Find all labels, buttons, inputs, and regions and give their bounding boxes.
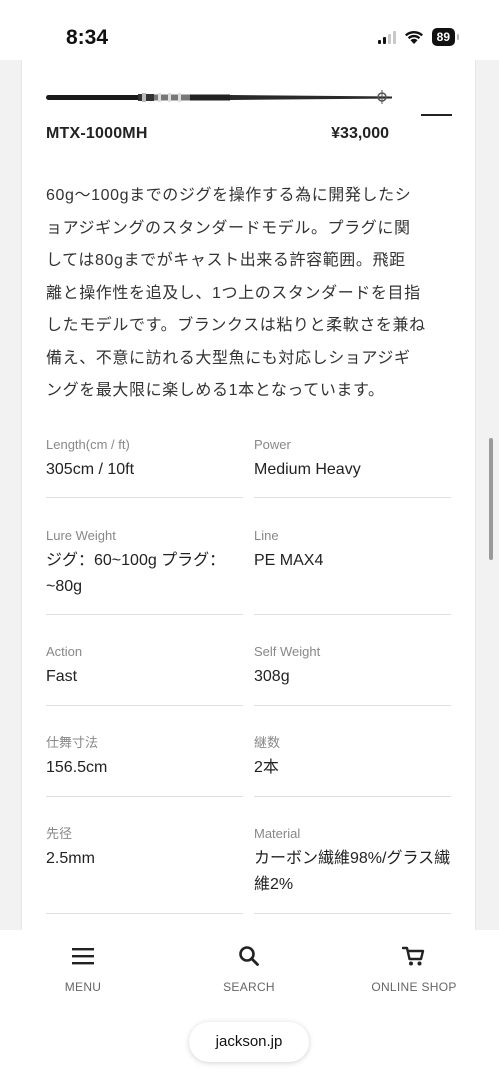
spec-value: 305cm / 10ft <box>46 461 135 478</box>
description-line: 60g〜100gまでのジグを操作する為に開発したシ <box>46 187 412 204</box>
spec-label: 先径 <box>46 826 73 841</box>
spec-label: Self Weight <box>254 644 321 659</box>
spec-label: Material <box>254 826 301 841</box>
description-line: 離と操作性を追及し、1つ上のスタンダードを目指 <box>46 284 421 302</box>
nav-menu-label: MENU <box>64 980 102 994</box>
wifi-icon <box>404 30 423 44</box>
description-line: したモデルです。ブランクスは粘りと柔軟さを兼ね <box>46 317 426 334</box>
nav-menu-button[interactable]: MENU <box>18 942 148 994</box>
cart-icon <box>402 946 425 966</box>
spec-label: 継数 <box>254 735 281 750</box>
product-description: 60g〜100gまでのジグを操作する為に開発したシ ョアジギングのスタンダードモ… <box>46 180 454 408</box>
spec-value: 2本 <box>254 759 279 776</box>
search-icon <box>239 946 259 966</box>
product-price: ¥33,000 <box>331 125 389 142</box>
cellular-signal-icon <box>377 30 396 44</box>
spec-value: 2.5mm <box>46 850 95 867</box>
spec-line: Line PE MAX4 <box>254 526 451 615</box>
nav-search-button[interactable]: SEARCH <box>184 942 314 994</box>
address-bar[interactable]: jackson.jp <box>189 1022 309 1062</box>
nav-shop-button[interactable]: ONLINE SHOP <box>349 942 479 994</box>
rod-image <box>46 90 392 104</box>
nav-shop-label: ONLINE SHOP <box>371 980 457 994</box>
hamburger-icon <box>72 948 94 965</box>
scrollbar[interactable] <box>489 438 493 560</box>
spec-pieces: 継数 2本 <box>254 733 451 797</box>
spec-lure-weight: Lure Weight ジグ：60~100g プラグ：~80g <box>46 526 243 615</box>
description-line: ョアジギングのスタンダードモデル。プラグに関 <box>46 219 411 237</box>
spec-label: Power <box>254 437 291 452</box>
spec-label: Action <box>46 644 83 659</box>
spec-power: Power Medium Heavy <box>254 435 451 498</box>
spec-closed-length: 仕舞寸法 156.5cm <box>46 733 243 797</box>
spec-value: Medium Heavy <box>254 461 361 478</box>
spec-self-weight: Self Weight 308g <box>254 642 451 706</box>
description-line: しては80gまでがキャスト出来る許容範囲。飛距 <box>46 252 406 269</box>
description-line: 備え、不意に訪れる大型魚にも対応しショアジギ <box>46 349 411 367</box>
spec-length: Length(cm / ft) 305cm / 10ft <box>46 435 243 498</box>
spec-label: Lure Weight <box>46 528 116 543</box>
spec-value: PE MAX4 <box>254 552 324 569</box>
product-model: MTX-1000MH <box>46 125 148 142</box>
spec-value: 308g <box>254 668 290 685</box>
spec-label: 仕舞寸法 <box>46 735 99 750</box>
status-time: 8:34 <box>66 26 109 49</box>
battery-indicator: 89 <box>431 28 460 46</box>
status-bar: 8:34 89 <box>0 0 499 60</box>
spec-label: Length(cm / ft) <box>46 437 130 452</box>
spec-value: カーボン繊維98%/グラス繊維2% <box>254 850 451 893</box>
spec-label: Line <box>254 528 279 543</box>
nav-search-label: SEARCH <box>223 980 275 994</box>
collapse-toggle[interactable] <box>421 114 452 116</box>
spec-value: 156.5cm <box>46 759 108 776</box>
spec-value: Fast <box>46 668 78 685</box>
spec-material: Material カーボン繊維98%/グラス繊維2% <box>254 824 451 914</box>
spec-tip-diameter: 先径 2.5mm <box>46 824 243 914</box>
description-line: ングを最大限に楽しめる1本となっています。 <box>46 382 385 399</box>
spec-action: Action Fast <box>46 642 243 706</box>
spec-value: ジグ：60~100g プラグ：~80g <box>46 552 226 595</box>
